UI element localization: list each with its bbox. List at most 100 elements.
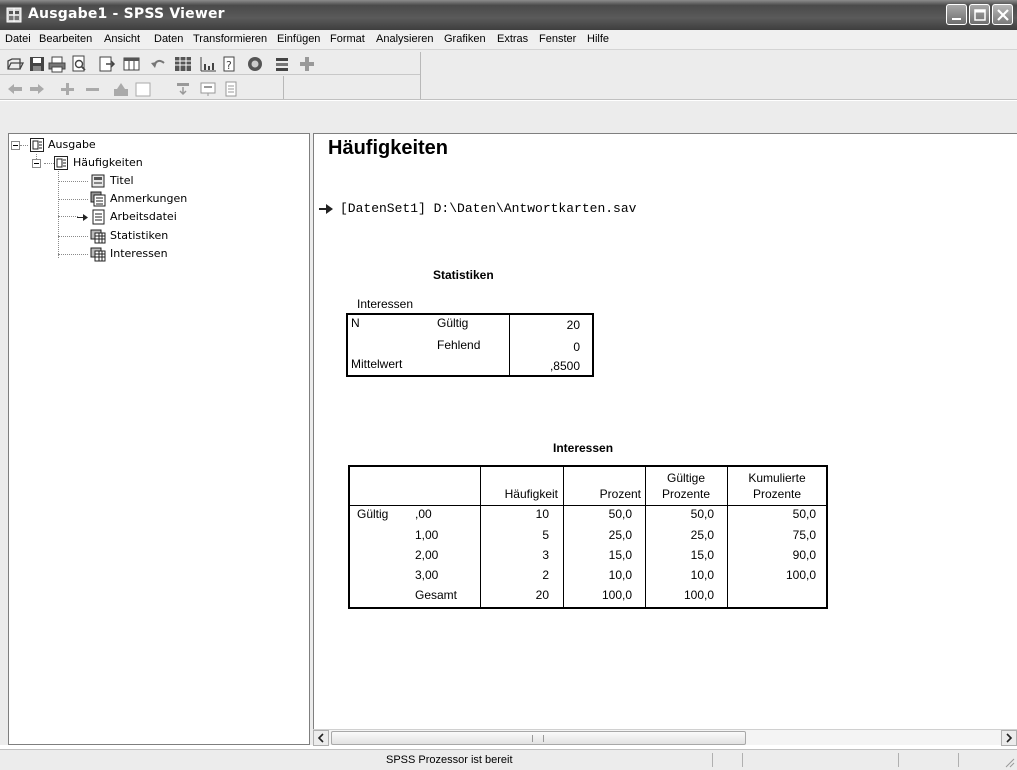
table-cell: 25,0	[608, 528, 632, 542]
toolbar-group-edge	[420, 52, 421, 100]
table-cell: 10,0	[690, 568, 714, 582]
undo-icon[interactable]	[149, 55, 167, 73]
status-separator	[712, 753, 713, 767]
output-heading[interactable]: Häufigkeiten	[328, 137, 448, 160]
variables-icon[interactable]	[174, 55, 192, 73]
active-dataset-item-icon	[90, 209, 106, 225]
table-row-category: 1,00	[415, 528, 439, 542]
menu-fenster[interactable]: Fenster	[539, 33, 576, 45]
table-row-category: 3,00	[415, 568, 439, 582]
table-cell: 10	[535, 507, 549, 521]
tree-item-arbeitsdatei[interactable]: Arbeitsdatei	[110, 210, 177, 223]
collapse-ausgabe-toggle[interactable]	[11, 141, 20, 150]
resize-grip-icon[interactable]	[1003, 756, 1015, 768]
column-header-prozent: Prozent	[599, 487, 641, 501]
close-button[interactable]	[992, 4, 1013, 25]
minimize-button[interactable]	[946, 4, 967, 25]
save-icon[interactable]	[28, 55, 46, 73]
insert-text-icon[interactable]	[222, 80, 240, 98]
status-bar: SPSS Prozessor ist bereit	[0, 749, 1017, 770]
statistics-table-title: Statistiken	[433, 268, 494, 282]
demote-icon[interactable]	[28, 80, 46, 98]
tree-item-interessen[interactable]: Interessen	[110, 247, 168, 260]
maximize-button[interactable]	[969, 4, 990, 25]
tree-item-haeufigkeiten[interactable]: Häufigkeiten	[73, 156, 143, 169]
menu-bar: Datei Bearbeiten Ansicht Daten Transform…	[0, 30, 1017, 50]
status-separator	[958, 753, 959, 767]
chevron-left-icon	[317, 733, 324, 743]
spss-app-icon	[6, 7, 22, 23]
close-icon	[997, 9, 1009, 21]
menu-daten[interactable]: Daten	[154, 33, 183, 45]
dataset-path-text[interactable]: [DatenSet1] D:\Daten\Antwortkarten.sav	[340, 201, 636, 216]
menu-ansicht[interactable]: Ansicht	[104, 33, 140, 45]
toolbar-separator	[0, 74, 420, 75]
table-cell: 100,0	[785, 568, 816, 582]
column-header-gueltige-prozente-line2: Prozente	[661, 487, 711, 501]
table-cell: 25,0	[690, 528, 714, 542]
frequency-table-title: Interessen	[553, 441, 614, 455]
hide-icon[interactable]	[134, 80, 152, 98]
toolbar-bottom-gap	[0, 101, 1017, 133]
frequency-table-item-icon	[90, 246, 106, 262]
open-icon[interactable]	[6, 55, 25, 73]
notes-item-icon	[90, 191, 106, 207]
scrollbar-thumb[interactable]	[331, 731, 746, 745]
tree-item-anmerkungen[interactable]: Anmerkungen	[110, 192, 187, 205]
table-cell: 15,0	[608, 548, 632, 562]
expand-icon[interactable]	[58, 80, 76, 98]
menu-transformieren[interactable]: Transformieren	[193, 33, 267, 45]
output-book-icon	[29, 137, 45, 153]
table-cell: 10,0	[608, 568, 632, 582]
tree-item-statistiken[interactable]: Statistiken	[110, 229, 168, 242]
tree-line	[58, 181, 88, 182]
add-icon[interactable]	[298, 55, 316, 73]
menu-bearbeiten[interactable]: Bearbeiten	[39, 33, 92, 45]
chart-icon[interactable]	[199, 55, 217, 73]
procedure-book-icon	[53, 155, 69, 171]
menu-extras[interactable]: Extras	[497, 33, 528, 45]
table-cell: 5	[542, 528, 549, 542]
outline-pane[interactable]	[8, 133, 310, 745]
tree-item-titel[interactable]: Titel	[110, 174, 134, 187]
print-preview-icon[interactable]	[70, 55, 88, 73]
table-rule	[509, 314, 510, 376]
collapse-icon[interactable]	[83, 80, 101, 98]
horizontal-scrollbar[interactable]	[313, 729, 1017, 746]
designate-window-icon[interactable]	[246, 55, 264, 73]
menu-format[interactable]: Format	[330, 33, 365, 45]
current-position-arrow-icon	[318, 202, 334, 219]
insert-title-icon[interactable]	[199, 80, 217, 98]
title-bar[interactable]: Ausgabe1 - SPSS Viewer	[0, 0, 1017, 30]
menu-analysieren[interactable]: Analysieren	[376, 33, 433, 45]
promote-icon[interactable]	[6, 80, 24, 98]
toolbar2-group-edge	[283, 76, 284, 100]
tree-item-ausgabe[interactable]: Ausgabe	[48, 138, 96, 151]
stat-row-label: N	[351, 316, 360, 330]
goto-data-icon[interactable]	[123, 55, 141, 73]
table-row-category: ,00	[415, 507, 432, 521]
menu-einfuegen[interactable]: Einfügen	[277, 33, 320, 45]
export-icon[interactable]	[98, 55, 116, 73]
scroll-right-button[interactable]	[1001, 730, 1017, 746]
chevron-right-icon	[1006, 733, 1013, 743]
insert-heading-icon[interactable]	[174, 80, 192, 98]
insert-icon[interactable]	[273, 55, 291, 73]
stat-value: 0	[573, 340, 580, 354]
toolbar-divider	[0, 99, 1017, 100]
help-pointer-icon[interactable]: ?	[220, 55, 238, 73]
column-header-gueltige-prozente-line1: Gültige	[666, 471, 706, 485]
table-row-category: 2,00	[415, 548, 439, 562]
output-content-pane[interactable]	[313, 133, 1017, 729]
table-cell: 100,0	[601, 588, 632, 602]
tree-line	[58, 236, 88, 237]
status-text: SPSS Prozessor ist bereit	[386, 754, 513, 766]
scroll-left-button[interactable]	[313, 730, 329, 746]
column-header-kumulierte-prozente-line1: Kumulierte	[748, 471, 806, 485]
menu-hilfe[interactable]: Hilfe	[587, 33, 609, 45]
menu-datei[interactable]: Datei	[5, 33, 31, 45]
show-icon[interactable]	[112, 80, 130, 98]
collapse-haeufigkeiten-toggle[interactable]	[32, 159, 41, 168]
menu-grafiken[interactable]: Grafiken	[444, 33, 486, 45]
print-icon[interactable]	[48, 55, 66, 73]
